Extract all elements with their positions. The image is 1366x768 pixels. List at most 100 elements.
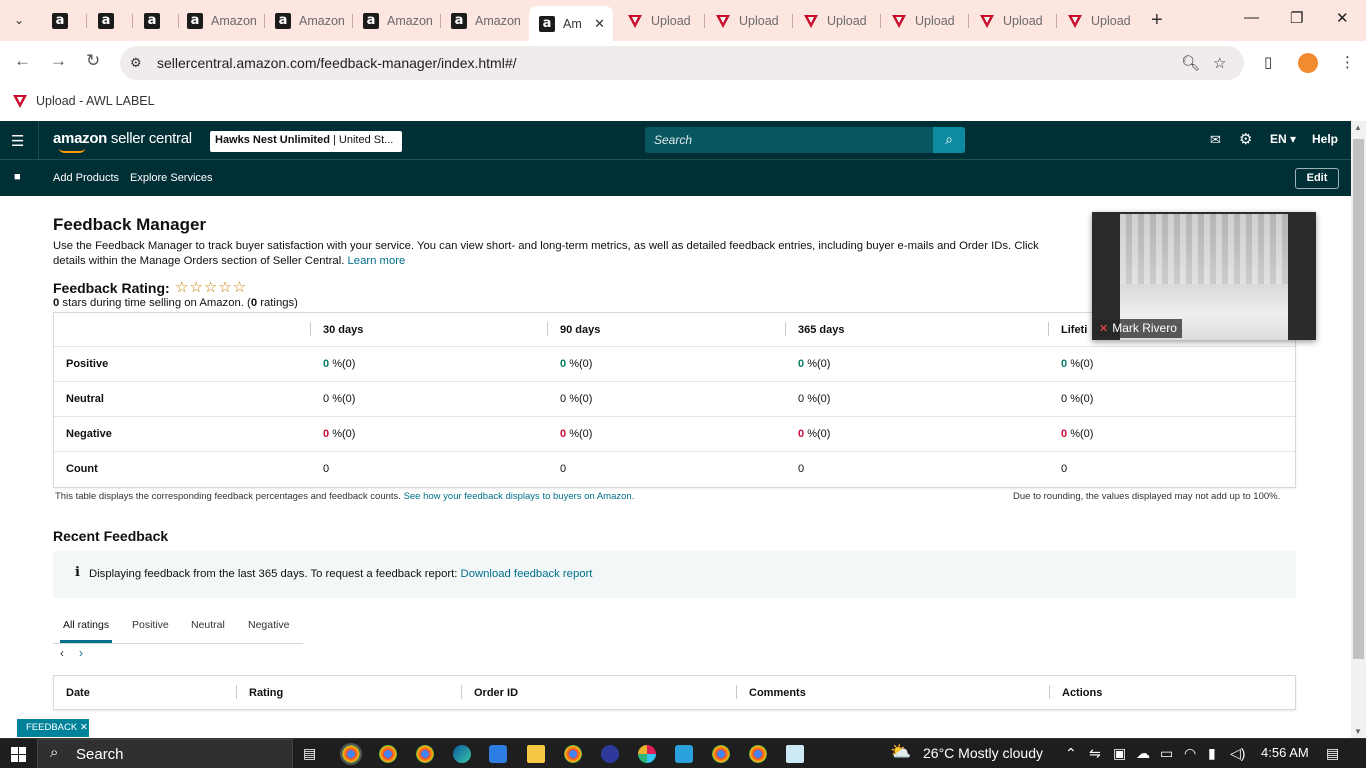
column-header-order-id[interactable]: Order ID <box>474 687 518 699</box>
edit-button[interactable]: Edit <box>1295 168 1339 189</box>
browser-tab[interactable]: Upload <box>1057 6 1145 35</box>
video-call-tile[interactable]: ✕ Mark Rivero <box>1092 212 1316 340</box>
search-icon[interactable]: ⌕ <box>933 127 965 153</box>
bookmark-icon[interactable]: ■ <box>14 171 21 183</box>
taskbar-search[interactable]: ⌕ Search <box>37 739 293 768</box>
browser-tab-active[interactable]: a Am ✕ <box>529 6 613 41</box>
language-selector[interactable]: EN ▾ <box>1270 132 1296 146</box>
gear-icon[interactable]: ⚙ <box>1239 130 1252 148</box>
chrome-icon[interactable] <box>712 745 730 763</box>
file-explorer-icon[interactable] <box>527 745 545 763</box>
nav-add-products[interactable]: Add Products <box>53 172 119 184</box>
chrome-icon[interactable] <box>379 745 397 763</box>
onedrive-icon[interactable]: ☁ <box>1136 745 1150 762</box>
notepad-icon[interactable] <box>786 745 804 763</box>
column-header-rating[interactable]: Rating <box>249 687 283 699</box>
seller-central-logo[interactable]: amazon seller central <box>53 130 192 153</box>
close-tab-icon[interactable]: ✕ <box>594 16 605 32</box>
scroll-down-icon[interactable]: ▼ <box>1354 727 1362 736</box>
browser-tab[interactable]: Upload <box>881 6 969 35</box>
column-header-comments[interactable]: Comments <box>749 687 806 699</box>
scroll-up-icon[interactable]: ▲ <box>1354 123 1362 132</box>
forward-icon[interactable]: → <box>50 51 67 71</box>
edge-icon[interactable] <box>453 745 471 763</box>
help-link[interactable]: Help <box>1312 132 1338 146</box>
feedback-list-header: Date Rating Order ID Comments Actions <box>53 675 1296 710</box>
tab-search-menu-icon[interactable]: ⌄ <box>6 8 32 32</box>
weather-icon[interactable]: ⛅ <box>890 742 911 762</box>
bookmark-star-icon[interactable]: ☆ <box>1213 54 1226 72</box>
store-selector[interactable]: Hawks Nest Unlimited | United St... <box>210 131 402 152</box>
download-report-link[interactable]: Download feedback report <box>461 568 593 580</box>
browser-tab[interactable]: Upload <box>705 6 793 35</box>
zoom-icon[interactable]: 🔍︎ <box>1181 54 1200 72</box>
mail-icon[interactable]: ✉ <box>1210 132 1221 148</box>
browser-tab[interactable]: a Amazon <box>353 6 441 35</box>
new-tab-icon[interactable]: + <box>1151 9 1163 32</box>
participant-label: ✕ Mark Rivero <box>1094 319 1182 338</box>
chrome-icon[interactable] <box>340 743 362 765</box>
notifications-icon[interactable]: ▤ <box>1326 745 1339 762</box>
buyer-view-link[interactable]: See how your feedback displays to buyers… <box>404 491 635 502</box>
browser-tab[interactable]: a <box>134 6 179 35</box>
chevron-right-icon[interactable]: › <box>79 646 83 660</box>
windows-start-icon[interactable] <box>11 747 26 762</box>
browser-tab[interactable]: Upload <box>793 6 881 35</box>
minimize-icon[interactable]: — <box>1244 9 1259 26</box>
reload-icon[interactable]: ↻ <box>86 51 100 71</box>
page-scrollbar[interactable]: ▲ ▼ <box>1351 121 1366 738</box>
address-bar[interactable]: ⚙ sellercentral.amazon.com/feedback-mana… <box>120 46 1244 80</box>
search-input[interactable]: Search ⌕ <box>645 127 965 153</box>
scroll-thumb[interactable] <box>1353 139 1364 659</box>
url-text[interactable]: sellercentral.amazon.com/feedback-manage… <box>157 55 517 71</box>
learn-more-link[interactable]: Learn more <box>348 255 406 267</box>
restore-icon[interactable]: ❐ <box>1290 9 1303 27</box>
browser-tab[interactable]: a <box>88 6 133 35</box>
show-hidden-icons-icon[interactable]: ⌃ <box>1065 745 1077 762</box>
battery-icon[interactable]: ▭ <box>1160 745 1173 762</box>
profile-avatar[interactable] <box>1298 53 1318 73</box>
tab-negative[interactable]: Negative <box>248 619 289 631</box>
task-view-icon[interactable]: ▤ <box>303 745 316 762</box>
amazon-favicon-icon: a <box>363 12 379 29</box>
taskbar-clock[interactable]: 4:56 AM <box>1261 745 1309 760</box>
browser-tab[interactable]: a Amazon <box>441 6 529 35</box>
rating-summary: 0 stars during time selling on Amazon. (… <box>53 297 298 309</box>
browser-tab[interactable]: a Amazon <box>177 6 265 35</box>
tab-positive[interactable]: Positive <box>132 619 169 631</box>
meet-now-icon[interactable]: ▣ <box>1113 745 1126 762</box>
browser-tab[interactable]: a Amazon <box>265 6 353 35</box>
volume-icon[interactable]: ◁) <box>1230 745 1245 762</box>
column-header-actions[interactable]: Actions <box>1062 687 1102 699</box>
wifi-icon[interactable]: ◠ <box>1184 745 1196 762</box>
chrome-menu-icon[interactable]: ⋮ <box>1340 53 1355 71</box>
chrome-icon[interactable] <box>749 745 767 763</box>
upload-favicon-icon <box>1068 14 1082 28</box>
nav-explore-services[interactable]: Explore Services <box>130 172 213 184</box>
store-icon[interactable] <box>489 745 507 763</box>
bookmark-upload[interactable]: Upload - AWL LABEL <box>12 93 155 109</box>
close-window-icon[interactable]: ✕ <box>1336 9 1349 27</box>
hamburger-menu-icon[interactable]: ☰ <box>11 132 24 150</box>
weather-text[interactable]: 26°C Mostly cloudy <box>923 745 1043 761</box>
amazon-favicon-icon: a <box>52 12 68 29</box>
column-header-date[interactable]: Date <box>66 687 90 699</box>
browser-tab[interactable]: Upload <box>617 6 705 35</box>
browser-tab[interactable]: Upload <box>969 6 1057 35</box>
chevron-left-icon[interactable]: ‹ <box>60 646 64 660</box>
active-tab-indicator <box>60 640 112 643</box>
tab-all-ratings[interactable]: All ratings <box>63 619 109 631</box>
chrome-icon[interactable] <box>564 745 582 763</box>
browser-tab[interactable]: a <box>42 6 87 35</box>
side-panel-icon[interactable]: ▯ <box>1264 53 1272 71</box>
tab-neutral[interactable]: Neutral <box>191 619 225 631</box>
slack-icon[interactable] <box>638 745 656 763</box>
telegram-icon[interactable] <box>675 745 693 763</box>
feedback-widget-button[interactable]: FEEDBACK ✕ <box>17 719 89 737</box>
site-info-icon[interactable]: ⚙ <box>130 55 142 71</box>
microphone-icon[interactable]: ▮ <box>1208 745 1216 762</box>
zoom-app-icon[interactable] <box>601 745 619 763</box>
network-adapter-icon[interactable]: ⇋ <box>1089 745 1101 762</box>
back-icon[interactable]: ← <box>14 51 31 71</box>
chrome-icon[interactable] <box>416 745 434 763</box>
